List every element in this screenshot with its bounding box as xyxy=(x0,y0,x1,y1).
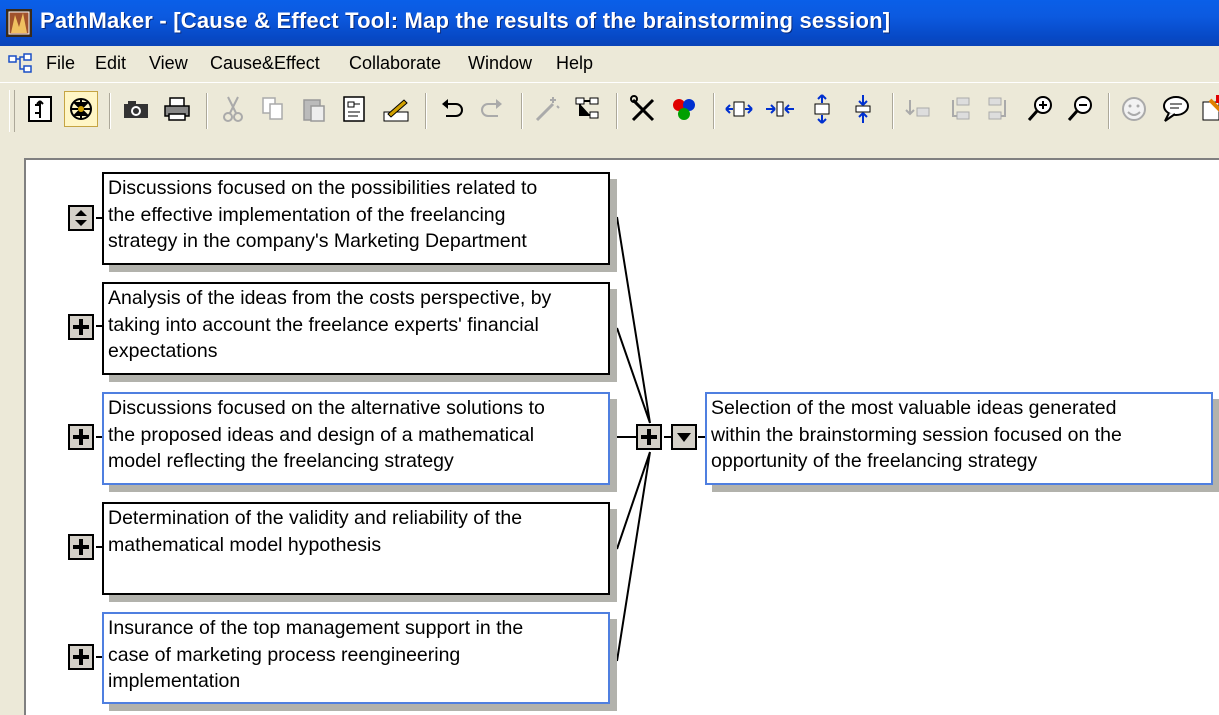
cause-text-line: taking into account the freelance expert… xyxy=(108,313,539,336)
cause-text-line: the proposed ideas and design of a mathe… xyxy=(108,423,535,446)
cause-text-line: Analysis of the ideas from the costs per… xyxy=(108,287,552,309)
effect-text-line: Selection of the most valuable ideas gen… xyxy=(711,397,1117,419)
cause-box-2[interactable]: Analysis of the ideas from the costs per… xyxy=(102,282,610,375)
cause-box-4[interactable]: Determination of the validity and reliab… xyxy=(102,502,610,595)
expand-button-3[interactable] xyxy=(68,424,94,450)
cause-text-line: case of marketing process reengineering xyxy=(108,643,461,666)
effect-text-line: opportunity of the freelancing strategy xyxy=(711,450,1038,472)
effect-expand-button[interactable] xyxy=(636,424,662,450)
expand-button-2[interactable] xyxy=(68,314,94,340)
effect-dropdown-button[interactable] xyxy=(671,424,697,450)
plus-icon xyxy=(73,429,89,445)
expand-button-5[interactable] xyxy=(68,644,94,670)
cause-text-line: the effective implementation of the free… xyxy=(108,203,506,226)
cause-text-line: strategy in the company's Marketing Depa… xyxy=(108,230,527,252)
effect-box[interactable]: Selection of the most valuable ideas gen… xyxy=(705,392,1213,485)
chevron-down-icon xyxy=(677,433,691,442)
cause-box-5[interactable]: Insurance of the top management support … xyxy=(102,612,610,704)
plus-icon xyxy=(73,649,89,665)
collapse-expand-toggle-1[interactable] xyxy=(68,205,94,231)
expand-button-4[interactable] xyxy=(68,534,94,560)
cause-box-1[interactable]: Discussions focused on the possibilities… xyxy=(102,172,610,265)
cause-text-line: Discussions focused on the possibilities… xyxy=(108,177,538,199)
plus-icon xyxy=(73,319,89,335)
cause-text-line: Insurance of the top management support … xyxy=(108,617,524,639)
cause-text-line: model reflecting the freelancing strateg… xyxy=(108,450,454,472)
up-down-arrows-icon xyxy=(75,210,87,226)
plus-icon xyxy=(641,429,657,445)
cause-text-line: Determination of the validity and reliab… xyxy=(108,507,523,529)
cause-text-line: mathematical model hypothesis xyxy=(108,533,382,556)
effect-text-line: within the brainstorming session focused… xyxy=(711,423,1122,446)
cause-text-line: implementation xyxy=(108,670,241,692)
cause-text-line: Discussions focused on the alternative s… xyxy=(108,397,545,419)
cause-text-line: expectations xyxy=(108,340,218,362)
cause-box-3[interactable]: Discussions focused on the alternative s… xyxy=(102,392,610,485)
plus-icon xyxy=(73,539,89,555)
